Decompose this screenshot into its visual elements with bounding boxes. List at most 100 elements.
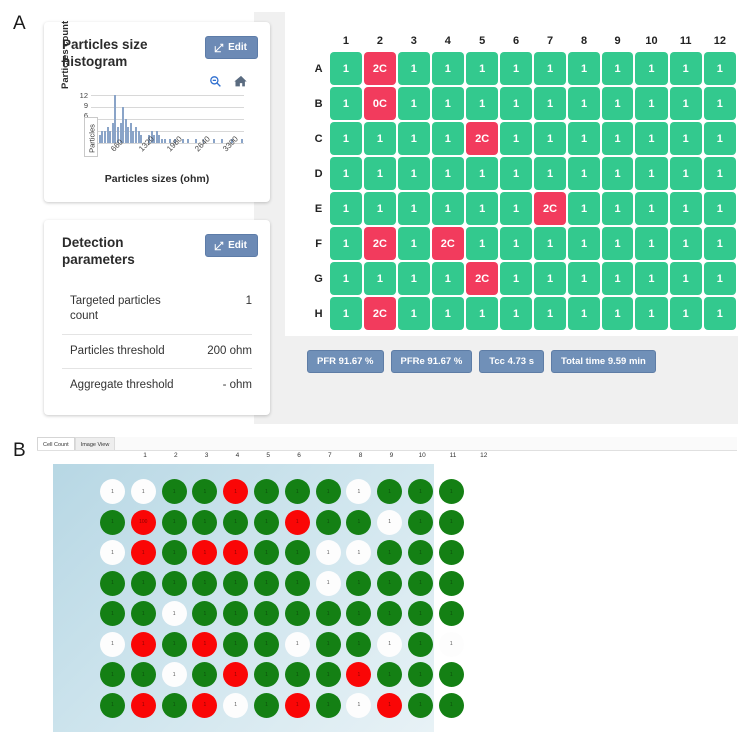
image-well-red[interactable]: 1 [346, 662, 372, 687]
well-cell-ok[interactable]: 1 [669, 262, 702, 295]
image-well-white[interactable]: 1 [130, 479, 156, 504]
well-cell-ok[interactable]: 1 [500, 227, 532, 260]
image-well-green[interactable]: 1 [254, 540, 279, 565]
well-cell-flagged[interactable]: 2C [465, 122, 499, 155]
well-cell-ok[interactable]: 1 [363, 157, 397, 190]
image-well-red[interactable]: 1 [223, 479, 249, 504]
image-well-green[interactable]: 1 [161, 540, 187, 565]
well-cell-ok[interactable]: 1 [330, 87, 362, 120]
well-cell-ok[interactable]: 1 [635, 227, 668, 260]
image-well-green[interactable]: 1 [161, 631, 187, 657]
image-well-green[interactable]: 1 [223, 601, 249, 626]
image-well-green[interactable]: 1 [315, 662, 341, 687]
well-cell-ok[interactable]: 1 [533, 87, 567, 120]
status-badge[interactable]: Tcc 4.73 s [479, 350, 545, 373]
image-well-green[interactable]: 1 [438, 601, 464, 626]
well-cell-ok[interactable]: 1 [465, 52, 499, 85]
well-cell-ok[interactable]: 1 [398, 122, 430, 155]
image-well-green[interactable]: 1 [438, 662, 464, 687]
well-cell-ok[interactable]: 1 [398, 297, 430, 330]
image-well-red[interactable]: 1 [130, 631, 156, 657]
image-well-green[interactable]: 1 [284, 540, 310, 565]
image-well-green[interactable]: 1 [408, 631, 433, 657]
image-well-green[interactable]: 1 [315, 601, 341, 626]
image-well-white[interactable]: 1 [346, 540, 372, 565]
well-cell-ok[interactable]: 1 [568, 52, 600, 85]
well-cell-ok[interactable]: 1 [703, 262, 736, 295]
well-cell-ok[interactable]: 1 [465, 157, 499, 190]
well-cell-ok[interactable]: 1 [431, 192, 464, 225]
image-well-green[interactable]: 1 [408, 509, 433, 535]
well-cell-ok[interactable]: 1 [568, 262, 600, 295]
image-well-white[interactable]: 1 [315, 540, 341, 565]
well-cell-ok[interactable]: 1 [330, 157, 362, 190]
tab-image-view[interactable]: Image View [74, 437, 116, 450]
image-well-green[interactable]: 1 [161, 692, 187, 718]
well-cell-ok[interactable]: 1 [500, 122, 532, 155]
well-cell-ok[interactable]: 1 [703, 87, 736, 120]
image-well-green[interactable]: 1 [100, 601, 125, 626]
well-cell-ok[interactable]: 1 [601, 262, 634, 295]
well-cell-ok[interactable]: 1 [635, 157, 668, 190]
well-cell-ok[interactable]: 1 [398, 192, 430, 225]
well-cell-ok[interactable]: 1 [635, 122, 668, 155]
well-cell-ok[interactable]: 1 [568, 122, 600, 155]
well-cell-ok[interactable]: 1 [533, 227, 567, 260]
image-well-green[interactable]: 1 [438, 540, 464, 565]
well-cell-ok[interactable]: 1 [431, 157, 464, 190]
image-well-green[interactable]: 1 [192, 662, 218, 687]
image-well-green[interactable]: 1 [346, 509, 372, 535]
image-well-green[interactable]: 1 [408, 540, 433, 565]
well-cell-ok[interactable]: 1 [363, 192, 397, 225]
well-cell-ok[interactable]: 1 [568, 157, 600, 190]
well-cell-ok[interactable]: 1 [330, 227, 362, 260]
image-well-white[interactable]: 1 [377, 509, 403, 535]
well-cell-ok[interactable]: 1 [363, 262, 397, 295]
well-cell-ok[interactable]: 1 [703, 122, 736, 155]
well-cell-ok[interactable]: 1 [330, 262, 362, 295]
image-well-red[interactable]: 1 [284, 692, 310, 718]
image-well-white[interactable]: 1 [438, 631, 464, 657]
image-well-green[interactable]: 1 [254, 631, 279, 657]
well-cell-ok[interactable]: 1 [500, 297, 532, 330]
well-cell-ok[interactable]: 1 [568, 192, 600, 225]
image-well-green[interactable]: 1 [377, 601, 403, 626]
image-well-white[interactable]: 1 [100, 631, 125, 657]
well-cell-ok[interactable]: 1 [500, 157, 532, 190]
well-cell-ok[interactable]: 1 [669, 192, 702, 225]
image-well-green[interactable]: 1 [161, 570, 187, 596]
image-well-red[interactable]: 1 [223, 662, 249, 687]
image-well-green[interactable]: 1 [315, 479, 341, 504]
well-cell-ok[interactable]: 1 [398, 52, 430, 85]
well-cell-ok[interactable]: 1 [431, 87, 464, 120]
image-well-green[interactable]: 1 [130, 662, 156, 687]
image-well-green[interactable]: 1 [100, 509, 125, 535]
well-cell-ok[interactable]: 1 [703, 52, 736, 85]
well-cell-ok[interactable]: 1 [601, 227, 634, 260]
well-cell-ok[interactable]: 1 [635, 262, 668, 295]
image-well-green[interactable]: 1 [377, 662, 403, 687]
image-well-green[interactable]: 1 [284, 601, 310, 626]
image-well-green[interactable]: 1 [315, 631, 341, 657]
image-well-white[interactable]: 1 [100, 540, 125, 565]
well-cell-ok[interactable]: 1 [601, 157, 634, 190]
well-cell-ok[interactable]: 1 [398, 157, 430, 190]
image-well-green[interactable]: 1 [192, 509, 218, 535]
image-well-green[interactable]: 1 [100, 570, 125, 596]
well-cell-ok[interactable]: 1 [330, 122, 362, 155]
image-well-green[interactable]: 1 [346, 570, 372, 596]
well-cell-ok[interactable]: 1 [601, 52, 634, 85]
status-badge[interactable]: Total time 9.59 min [551, 350, 656, 373]
well-cell-ok[interactable]: 1 [703, 227, 736, 260]
well-cell-ok[interactable]: 1 [601, 297, 634, 330]
well-cell-ok[interactable]: 1 [669, 52, 702, 85]
image-well-green[interactable]: 1 [315, 509, 341, 535]
well-cell-ok[interactable]: 1 [500, 52, 532, 85]
histogram-edit-button[interactable]: Edit [205, 36, 258, 59]
image-well-green[interactable]: 1 [192, 601, 218, 626]
image-well-green[interactable]: 1 [284, 570, 310, 596]
image-well-green[interactable]: 1 [223, 570, 249, 596]
well-cell-ok[interactable]: 1 [601, 192, 634, 225]
image-well-green[interactable]: 1 [346, 631, 372, 657]
well-cell-ok[interactable]: 1 [703, 157, 736, 190]
